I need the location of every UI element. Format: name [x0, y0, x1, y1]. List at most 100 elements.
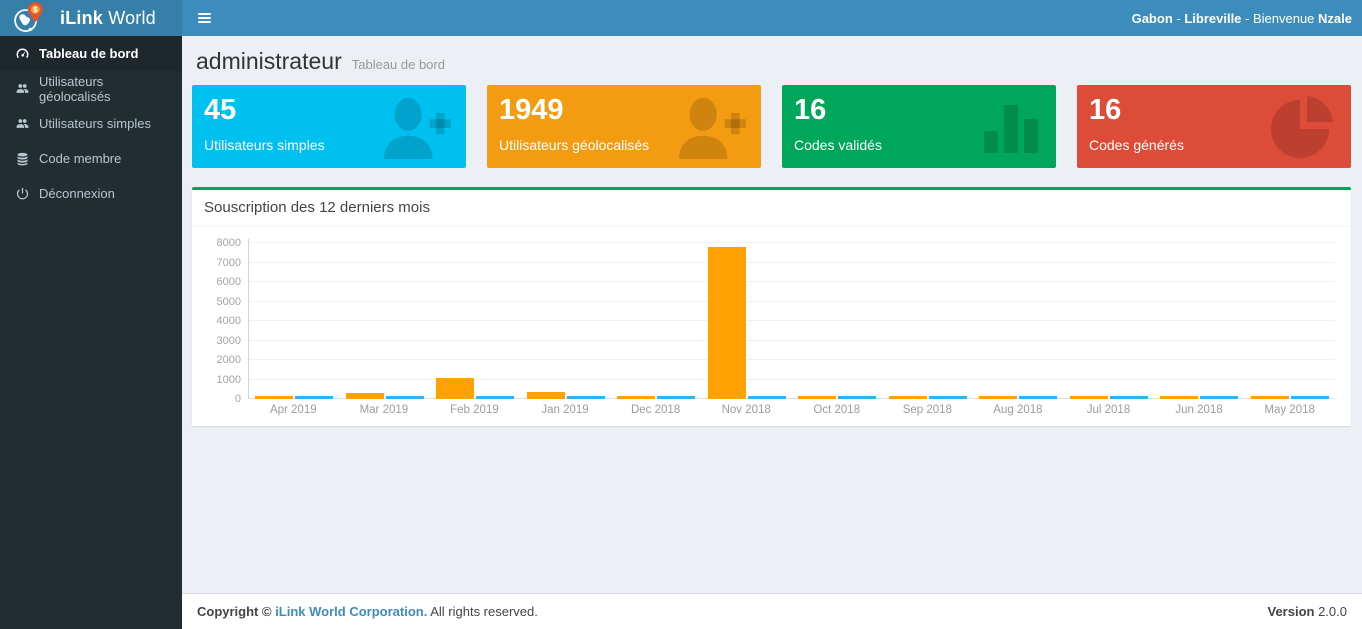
greeting-sep: - — [1241, 11, 1253, 26]
greeting-sep: - — [1173, 11, 1185, 26]
chart-box-header: Souscription des 12 derniers mois — [192, 190, 1351, 227]
brand-logo[interactable]: $ iLink World — [0, 0, 182, 36]
brand-name: iLink World — [60, 8, 156, 29]
user-plus-icon — [671, 93, 749, 161]
chart-title: Souscription des 12 derniers mois — [204, 199, 430, 216]
series-orange-bar — [617, 396, 655, 399]
y-axis-tick-label: 8000 — [203, 237, 241, 249]
y-axis-tick-label: 7000 — [203, 257, 241, 269]
brand-bold: iLink — [60, 8, 103, 28]
bar-group — [702, 239, 793, 399]
sidebar-item-deconnexion[interactable]: Déconnexion — [0, 176, 182, 211]
sidebar-toggle-button[interactable] — [182, 0, 226, 36]
chart-box-body: 010002000300040005000600070008000 Apr 20… — [192, 227, 1351, 426]
bar-group — [249, 239, 340, 399]
content-header: administrateur Tableau de bord — [182, 36, 1362, 83]
y-axis-tick-label: 4000 — [203, 315, 241, 327]
x-axis-tick-label: Nov 2018 — [701, 404, 792, 416]
series-blue-bar — [295, 396, 333, 399]
bar-group — [521, 239, 612, 399]
bar-chart-icon — [978, 93, 1044, 157]
series-orange-bar — [527, 392, 565, 399]
copyright-text: Copyright © — [197, 604, 275, 619]
greeting-city: Libreville — [1184, 11, 1241, 26]
sidebar-item-code-membre[interactable]: Code membre — [0, 141, 182, 176]
company-link[interactable]: iLink World Corporation. — [275, 604, 427, 619]
footer: Copyright © iLink World Corporation. All… — [182, 593, 1362, 629]
greeting-country: Gabon — [1132, 11, 1173, 26]
app-window: $ iLink World Gabon - Libreville - Bienv… — [0, 0, 1362, 629]
x-axis-tick-label: Jul 2018 — [1063, 404, 1154, 416]
sidebar-item-utilisateurs-geolocalises[interactable]: Utilisateurs géolocalisés — [0, 71, 182, 106]
series-blue-bar — [476, 396, 514, 399]
dashboard-icon — [14, 46, 30, 62]
series-blue-bar — [1291, 396, 1329, 399]
bar-group — [883, 239, 974, 399]
users-icon — [14, 81, 30, 97]
series-orange-bar — [255, 396, 293, 399]
breadcrumb: Tableau de bord — [352, 57, 445, 72]
series-blue-bar — [1019, 396, 1057, 399]
bar-group — [1245, 239, 1336, 399]
x-axis-tick-label: Apr 2019 — [248, 404, 339, 416]
series-blue-bar — [567, 396, 605, 399]
y-axis-tick-label: 6000 — [203, 276, 241, 288]
sidebar-item-utilisateurs-simples[interactable]: Utilisateurs simples — [0, 106, 182, 141]
x-axis-tick-label: Jun 2018 — [1154, 404, 1245, 416]
series-blue-bar — [657, 396, 695, 399]
greeting-welcome: Bienvenue — [1253, 11, 1318, 26]
bar-group — [1154, 239, 1245, 399]
series-orange-bar — [1160, 396, 1198, 399]
chart-x-axis-labels: Apr 2019Mar 2019Feb 2019Jan 2019Dec 2018… — [248, 404, 1335, 416]
globe-pin-icon: $ — [12, 2, 46, 34]
version-label: Version — [1268, 604, 1315, 619]
page-title: administrateur — [196, 48, 342, 75]
series-orange-bar — [1251, 396, 1289, 399]
series-blue-bar — [1110, 396, 1148, 399]
series-orange-bar — [708, 247, 746, 399]
brand-rest: World — [103, 8, 156, 28]
x-axis-tick-label: Oct 2018 — [791, 404, 882, 416]
y-axis-tick-label: 2000 — [203, 354, 241, 366]
x-axis-tick-label: May 2018 — [1244, 404, 1335, 416]
user-greeting: Gabon - Libreville - Bienvenue Nzale — [1132, 11, 1362, 26]
footer-copyright: Copyright © iLink World Corporation. All… — [197, 604, 538, 619]
x-axis-tick-label: Mar 2019 — [339, 404, 430, 416]
series-orange-bar — [889, 396, 927, 399]
y-axis-tick-label: 1000 — [203, 374, 241, 386]
users-icon — [14, 116, 30, 132]
y-axis-tick-label: 0 — [203, 393, 241, 405]
x-axis-tick-label: Dec 2018 — [610, 404, 701, 416]
user-plus-icon — [376, 93, 454, 161]
top-navbar: $ iLink World Gabon - Libreville - Bienv… — [0, 0, 1362, 36]
bar-group — [973, 239, 1064, 399]
series-blue-bar — [1200, 396, 1238, 399]
series-blue-bar — [929, 396, 967, 399]
y-axis-tick-label: 5000 — [203, 296, 241, 308]
navbar-bar: Gabon - Libreville - Bienvenue Nzale — [182, 0, 1362, 36]
bar-group — [430, 239, 521, 399]
bar-group — [611, 239, 702, 399]
x-axis-tick-label: Aug 2018 — [973, 404, 1064, 416]
sidebar-item-tableau-de-bord[interactable]: Tableau de bord — [0, 36, 182, 71]
chart-plot: 010002000300040005000600070008000 — [248, 239, 1335, 399]
bar-group — [792, 239, 883, 399]
sidebar-item-label: Code membre — [39, 151, 121, 166]
sidebar-item-label: Déconnexion — [39, 186, 115, 201]
stat-cards-row: 45 Utilisateurs simples 1949 Utilisateur… — [192, 85, 1351, 168]
series-blue-bar — [748, 396, 786, 399]
series-orange-bar — [979, 396, 1017, 399]
sidebar-item-label: Tableau de bord — [39, 46, 138, 61]
stat-card-codes-generes: 16 Codes générés — [1077, 85, 1351, 168]
footer-version: Version 2.0.0 — [1268, 604, 1348, 619]
svg-text:$: $ — [33, 6, 37, 14]
series-blue-bar — [838, 396, 876, 399]
chart-box: Souscription des 12 derniers mois 010002… — [192, 187, 1351, 426]
bar-group — [340, 239, 431, 399]
bar-group — [1064, 239, 1155, 399]
bar-chart: 010002000300040005000600070008000 Apr 20… — [248, 239, 1335, 416]
stat-card-utilisateurs-simples: 45 Utilisateurs simples — [192, 85, 466, 168]
version-value: 2.0.0 — [1314, 604, 1347, 619]
y-axis-tick-label: 3000 — [203, 335, 241, 347]
rights-text: All rights reserved. — [427, 604, 538, 619]
